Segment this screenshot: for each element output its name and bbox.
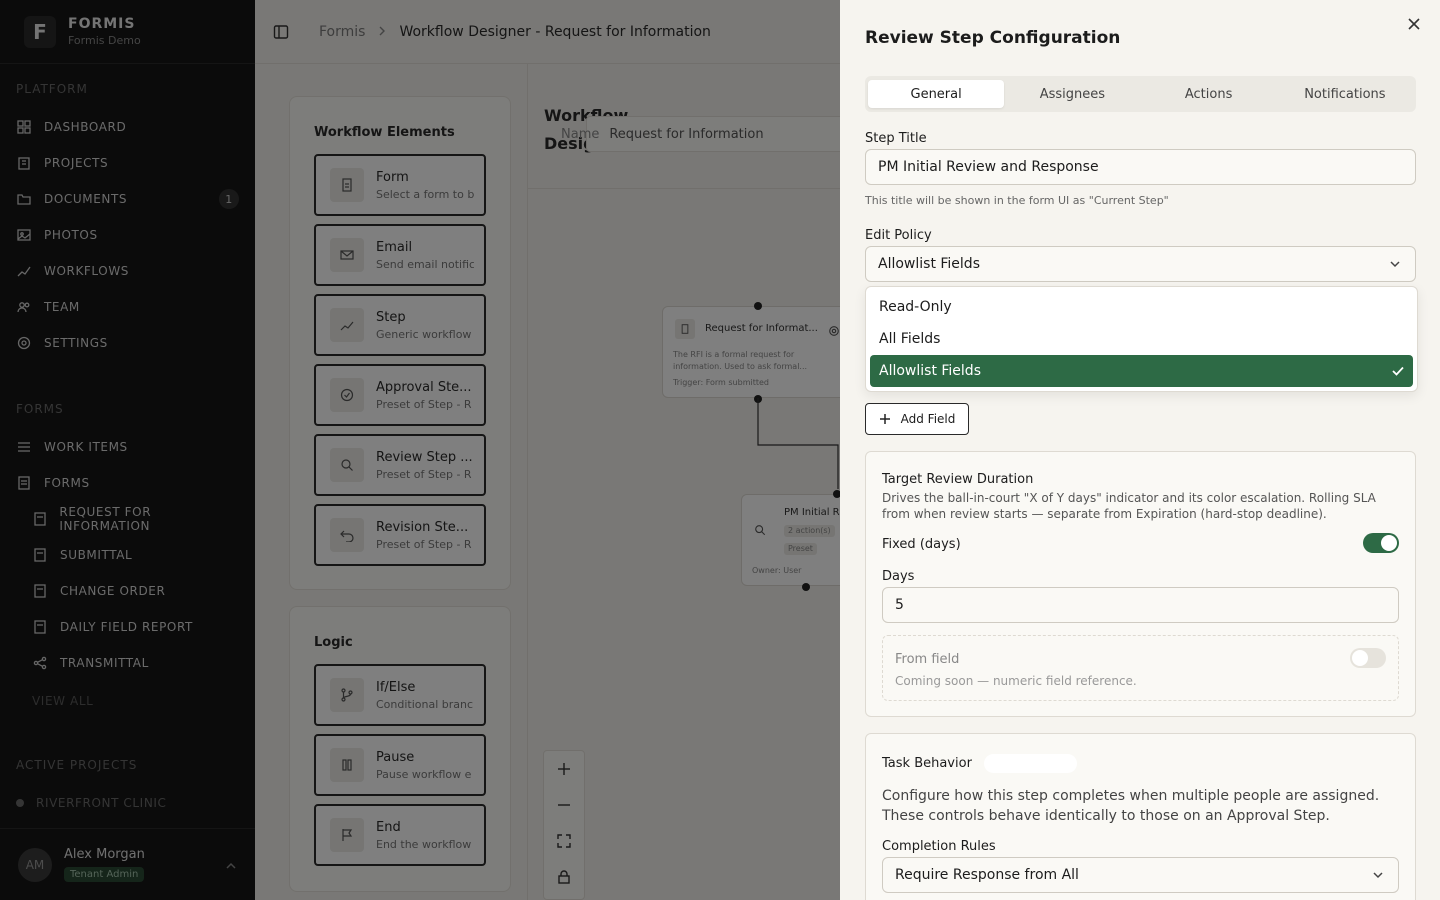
- completion-rules-value: Require Response from All: [895, 867, 1079, 883]
- review-step-config-drawer: Review Step Configuration General Assign…: [840, 0, 1440, 900]
- task-behavior-desc: Configure how this step completes when m…: [882, 788, 1380, 824]
- step-title-input[interactable]: [865, 149, 1416, 185]
- chevron-down-icon: [1389, 258, 1401, 274]
- target-review-desc: Drives the ball-in-court "X of Y days" i…: [882, 491, 1376, 521]
- option-all-fields[interactable]: All Fields: [870, 323, 1413, 355]
- step-title-label: Step Title: [865, 131, 927, 146]
- days-input[interactable]: [882, 587, 1399, 623]
- add-field-button[interactable]: Add Field: [865, 403, 969, 435]
- completion-rules-select[interactable]: Require Response from All: [882, 857, 1399, 893]
- target-review-title: Target Review Duration: [882, 472, 1034, 487]
- check-icon: [1391, 364, 1405, 382]
- tab-actions[interactable]: Actions: [1141, 80, 1277, 108]
- task-behavior-title: Task Behavior: [882, 756, 972, 771]
- edit-policy-label: Edit Policy: [865, 228, 932, 243]
- modal-overlay[interactable]: [0, 0, 840, 900]
- from-field-helper: Coming soon — numeric field reference.: [895, 674, 1137, 688]
- task-behavior-title-row: Task Behavior Multi-person: [882, 754, 1077, 773]
- tab-assignees[interactable]: Assignees: [1004, 80, 1140, 108]
- fixed-days-toggle[interactable]: [1363, 533, 1399, 553]
- edit-policy-value: Allowlist Fields: [878, 256, 980, 272]
- step-title-helper: This title will be shown in the form UI …: [865, 194, 1169, 207]
- tab-general[interactable]: General: [868, 80, 1005, 108]
- option-read-only[interactable]: Read-Only: [870, 291, 1413, 323]
- multi-person-badge: Multi-person: [984, 754, 1077, 773]
- from-field-toggle[interactable]: [1350, 648, 1386, 668]
- from-field-label: From field: [895, 652, 960, 667]
- plus-icon: [879, 413, 891, 425]
- edit-policy-select[interactable]: Allowlist Fields: [865, 246, 1416, 282]
- target-review-card: Target Review Duration Drives the ball-i…: [865, 451, 1416, 717]
- config-tabs: General Assignees Actions Notifications: [865, 76, 1416, 112]
- days-label: Days: [882, 569, 915, 584]
- option-allowlist-fields[interactable]: Allowlist Fields: [870, 355, 1413, 387]
- chevron-down-icon: [1372, 869, 1384, 885]
- completion-rules-label: Completion Rules: [882, 839, 996, 854]
- edit-policy-dropdown: Read-Only All Fields Allowlist Fields: [865, 286, 1418, 392]
- drawer-title: Review Step Configuration: [865, 28, 1121, 48]
- from-field-box: From field Coming soon — numeric field r…: [882, 635, 1399, 701]
- fixed-days-label: Fixed (days): [882, 537, 961, 552]
- task-behavior-card: Task Behavior Multi-person Configure how…: [865, 733, 1416, 900]
- tab-notifications[interactable]: Notifications: [1277, 80, 1413, 108]
- close-icon[interactable]: [1404, 14, 1424, 34]
